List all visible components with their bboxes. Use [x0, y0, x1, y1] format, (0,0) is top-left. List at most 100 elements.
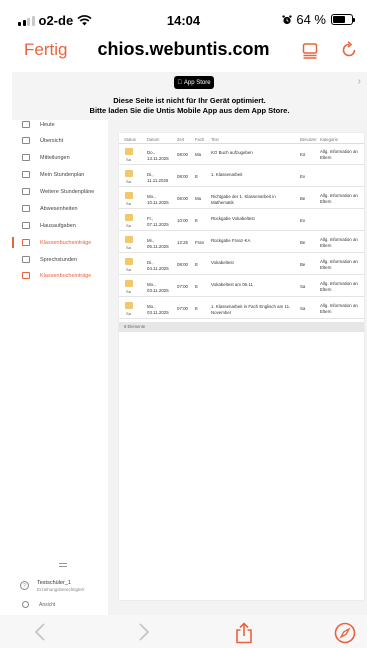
table-row[interactable]: Sa Fr., 07.11.2025 10:00 E Rückgabe Vokabelt…	[119, 210, 364, 231]
table-row[interactable]: Sa Mo., 10.11.2025 08:00 Ma Richtgabe der 1.…	[119, 188, 364, 209]
status-label: Sa	[126, 201, 131, 206]
sidebar-item-klassenbucheintraege-2[interactable]: Klassenbucheinträge	[12, 269, 108, 282]
status-checkbox[interactable]	[125, 280, 133, 287]
status-checkbox[interactable]	[125, 302, 133, 309]
classbook-icon	[22, 239, 30, 246]
date-cell: Mo., 03.11.2025	[147, 282, 169, 293]
text-cell: Richtgabe der 1. Klassenarbeit in Mathem…	[211, 194, 276, 205]
text-cell: Vokabeltest	[211, 260, 234, 265]
sidebar-item-hausaufgaben[interactable]: Hausaufgaben	[12, 219, 108, 232]
subject-cell: E	[195, 218, 198, 223]
browser-nav-bar: Fertig chios.webuntis.com	[0, 34, 367, 68]
text-cell: Rückgabe Vokabeltest	[211, 216, 255, 221]
time-cell: 08:00	[177, 174, 188, 179]
status-checkbox[interactable]	[125, 236, 133, 243]
overview-icon	[22, 137, 30, 144]
time-cell: 12:25	[177, 240, 188, 245]
teacher-cell: Be	[300, 196, 306, 201]
status-checkbox[interactable]	[125, 148, 133, 155]
table-footer-count: 8 Elemente	[119, 322, 364, 332]
status-checkbox[interactable]	[125, 170, 133, 177]
reader-view-icon[interactable]	[302, 43, 318, 59]
user-name: Testschüler_1	[37, 580, 71, 586]
table-row[interactable]: Sa Do., 13.11.2025 08:00 Ma KO Buch aufzugeb…	[119, 144, 364, 165]
category-cell: Allg. Information an Eltern	[320, 149, 358, 160]
time-cell: 08:00	[177, 152, 188, 157]
reload-icon[interactable]	[340, 41, 358, 59]
column-header-subject[interactable]: Fach	[195, 137, 204, 142]
sidebar-item-mitteilungen[interactable]: Mitteilungen	[12, 151, 108, 164]
collapse-icon	[22, 601, 29, 608]
date-cell: Fr., 07.11.2025	[147, 216, 169, 227]
status-checkbox[interactable]	[125, 214, 133, 221]
date-cell: Di., 11.11.2025	[147, 172, 169, 183]
category-cell: Allg. Information an Eltern	[320, 259, 358, 270]
sidebar-item-weitere-stundenplaene[interactable]: Weitere Stundenpläne	[12, 185, 108, 198]
column-header-date[interactable]: Datum	[147, 137, 159, 142]
timetable-icon	[22, 171, 30, 178]
teacher-cell: Sa	[300, 306, 306, 311]
column-header-category[interactable]: Kategorie	[320, 137, 338, 142]
date-cell: Mi., 05.11.2025	[147, 238, 169, 249]
table-row[interactable]: Sa Di., 04.11.2025 08:00 E Vokabeltest Be Allg…	[119, 254, 364, 275]
status-label: Sa	[126, 223, 131, 228]
column-header-time[interactable]: Zeit	[177, 137, 184, 142]
status-label: Sa	[126, 245, 131, 250]
sidebar-item-heute[interactable]: Heute	[12, 118, 108, 131]
mail-icon	[22, 154, 30, 161]
time-cell: 07:00	[177, 306, 188, 311]
column-header-text[interactable]: Text	[211, 137, 219, 142]
table-row[interactable]: Sa Mo., 03.11.2025 07:00 E 1. Klassenarbeit …	[119, 298, 364, 319]
date-cell: Do., 13.11.2025	[147, 150, 169, 161]
time-cell: 08:00	[177, 196, 188, 201]
time-cell: 10:00	[177, 218, 188, 223]
absence-icon	[22, 205, 30, 212]
battery-percent: 64 %	[296, 12, 326, 27]
alarm-icon	[282, 14, 292, 24]
apple-icon: 	[177, 80, 182, 86]
home-icon	[22, 121, 30, 128]
active-indicator	[12, 237, 14, 248]
sidebar-item-abwesenheiten[interactable]: Abwesenheiten	[12, 202, 108, 215]
sidebar-item-klassenbucheintraege[interactable]: Klassenbucheinträge	[12, 236, 108, 249]
sidebar-item-uebersicht[interactable]: Übersicht	[12, 134, 108, 147]
app-store-badge[interactable]:  App Store	[174, 76, 214, 89]
category-cell: Allg. Information an Eltern	[320, 193, 358, 204]
forward-icon[interactable]	[137, 622, 151, 642]
status-label: Sa	[126, 289, 131, 294]
text-cell: KO Buch aufzugeben	[211, 150, 253, 155]
category-cell: Allg. Information an Eltern	[320, 303, 358, 314]
status-checkbox[interactable]	[125, 258, 133, 265]
date-cell: Mo., 10.11.2025	[147, 194, 169, 205]
teacher-cell: Sa	[300, 284, 306, 289]
link-icon	[22, 272, 30, 279]
divider	[59, 563, 67, 564]
chevron-right-icon[interactable]: ›	[358, 76, 361, 87]
user-profile[interactable]: ? Testschüler_1 Erziehungsberechtigte/r	[20, 580, 85, 592]
app-store-banner[interactable]:  App Store Diese Seite ist nicht für Ih…	[12, 72, 367, 120]
sidebar-item-sprechstunden[interactable]: Sprechstunden	[12, 253, 108, 266]
sidebar-item-mein-stundenplan[interactable]: Mein Stundenplan	[12, 168, 108, 181]
battery-group: 64 %	[282, 12, 355, 27]
date-cell: Mo., 03.11.2025	[147, 304, 169, 315]
teacher-cell: Ev	[300, 218, 306, 223]
battery-icon	[331, 14, 355, 25]
subject-cell: E	[195, 284, 198, 289]
table-row[interactable]: Sa Mo., 03.11.2025 07:00 E Vokabeltest am 06…	[119, 276, 364, 297]
status-bar: o2-de 14:04 64 %	[0, 0, 367, 34]
back-icon[interactable]	[33, 622, 47, 642]
table-row[interactable]: Sa Mi., 05.11.2025 12:25 Fran Rückgabe Franz…	[119, 232, 364, 253]
subject-cell: E	[195, 306, 198, 311]
share-icon[interactable]	[234, 622, 254, 644]
compass-icon[interactable]	[334, 622, 356, 644]
status-checkbox[interactable]	[125, 192, 133, 199]
time-cell: 08:00	[177, 262, 188, 267]
banner-text-line1: Diese Seite ist nicht für Ihr Gerät opti…	[113, 96, 266, 105]
banner-text-line2: Bitte laden Sie die Untis Mobile App aus…	[89, 106, 290, 115]
avatar: ?	[20, 581, 29, 590]
collapse-sidebar-button[interactable]: Ansicht	[22, 601, 55, 608]
table-row[interactable]: Sa Di., 11.11.2025 08:00 E 1. Klassenarbeit E…	[119, 166, 364, 187]
column-header-status[interactable]: Status	[124, 137, 136, 142]
text-cell: 1. Klassenarbeit in Fach Englisch am 11.…	[211, 304, 291, 315]
column-header-user[interactable]: Benutzer	[300, 137, 317, 142]
